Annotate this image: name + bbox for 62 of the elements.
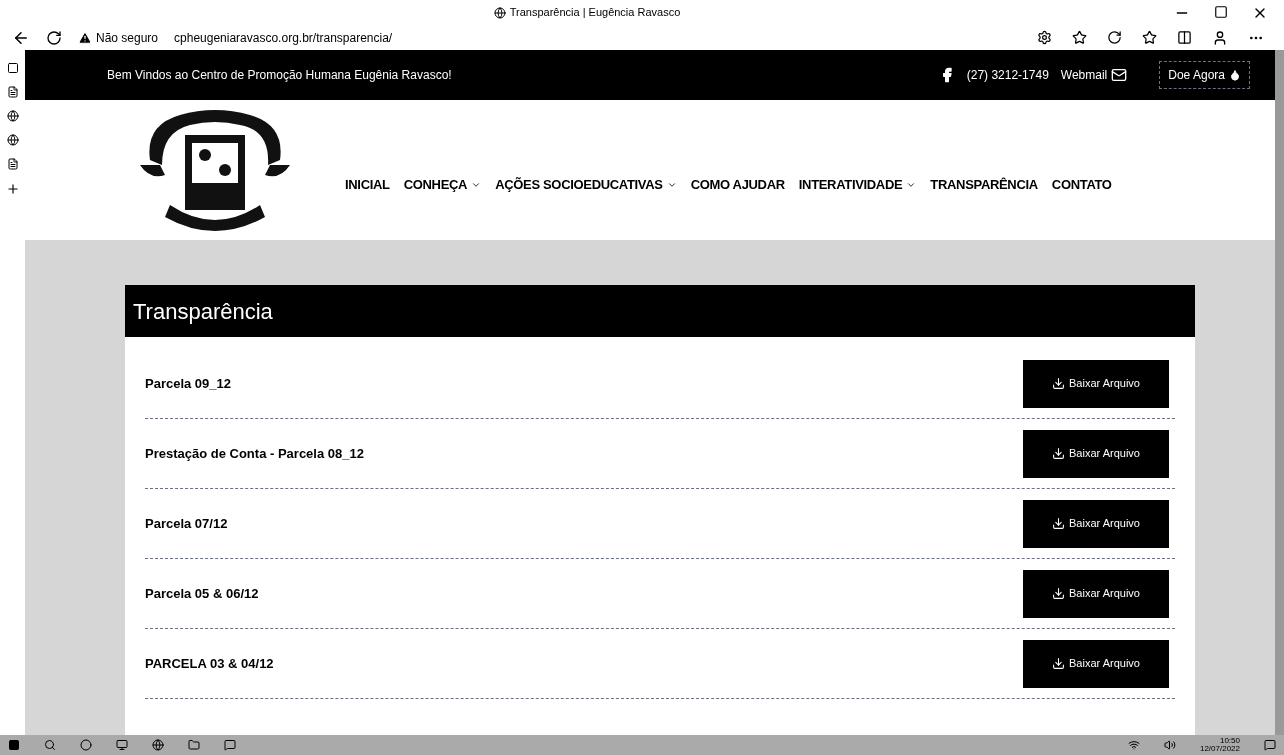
scrollbar[interactable] <box>1275 50 1284 735</box>
download-icon <box>1052 587 1066 600</box>
notification-icon[interactable] <box>1264 739 1276 751</box>
download-icon <box>1052 377 1066 390</box>
site-icon[interactable] <box>6 134 19 146</box>
window-title: Transparência | Eugência Ravasco <box>509 5 681 21</box>
download-button[interactable]: Baixar Arquivo <box>1023 639 1169 688</box>
clock-date: 12/07/2022 <box>1199 745 1240 753</box>
maximize-icon[interactable] <box>1214 4 1228 19</box>
new-tab-icon[interactable] <box>5 182 20 196</box>
download-button[interactable]: Baixar Arquivo <box>1023 499 1169 548</box>
wifi-icon <box>1127 739 1140 751</box>
search-icon[interactable] <box>44 739 56 751</box>
nav-link[interactable]: CONHEÇA <box>403 175 482 195</box>
webmail-link[interactable]: Webmail <box>1060 66 1128 84</box>
security-label[interactable]: Não seguro <box>96 28 159 47</box>
caret-icon <box>471 180 482 190</box>
welcome-text: Bem Vindos ao Centro de Promoção Humana Eugênia Ravasco! <box>107 67 452 84</box>
page-icon[interactable] <box>6 158 19 170</box>
phone-text: (27) 3212-1749 <box>966 67 1049 84</box>
site-icon <box>493 6 506 19</box>
document-title: Parcela 07/12 <box>145 514 228 533</box>
nav-link[interactable]: CONTATO <box>1051 175 1112 195</box>
download-button[interactable]: Baixar Arquivo <box>1023 569 1169 618</box>
nav-link[interactable]: INICIAL <box>345 175 390 195</box>
url-text[interactable]: cpheugeniaravasco.org.br/transparencia/ <box>174 28 393 47</box>
favorite-icon[interactable] <box>1072 30 1087 45</box>
document-title: Parcela 05 & 06/12 <box>145 584 259 603</box>
donate-button[interactable]: Doe Agora <box>1159 61 1250 89</box>
favorites-icon[interactable] <box>1142 30 1157 45</box>
section-title: Transparência <box>133 297 273 326</box>
site-icon[interactable] <box>6 110 19 122</box>
volume-icon <box>1163 739 1176 751</box>
document-title: Parcela 09_12 <box>145 374 232 393</box>
folder-icon[interactable] <box>188 739 200 751</box>
mail-icon <box>1111 67 1128 83</box>
drop-icon <box>1229 69 1241 81</box>
document-title: PARCELA 03 & 04/12 <box>145 654 274 673</box>
tab-icon[interactable] <box>6 62 19 74</box>
browser-icon[interactable] <box>152 739 164 751</box>
circle-icon[interactable] <box>80 739 92 751</box>
warning-icon <box>78 30 92 45</box>
nav-link[interactable]: AÇÕES SOCIOEDUCATIVAS <box>495 175 677 195</box>
refresh-icon[interactable] <box>1107 30 1122 45</box>
document-title: Prestação de Conta - Parcela 08_12 <box>145 444 364 463</box>
nav-link[interactable]: INTERATIVIDADE <box>798 175 917 195</box>
download-button[interactable]: Baixar Arquivo <box>1023 359 1169 408</box>
nav-link[interactable]: TRANSPARÊNCIA <box>930 175 1038 195</box>
page-icon[interactable] <box>6 86 19 98</box>
download-icon <box>1052 517 1066 530</box>
chat-icon[interactable] <box>224 739 236 751</box>
caret-icon <box>666 180 677 190</box>
download-button[interactable]: Baixar Arquivo <box>1023 429 1169 478</box>
monitor-icon[interactable] <box>116 739 128 751</box>
download-icon <box>1052 447 1066 460</box>
download-icon <box>1052 657 1066 670</box>
profile-icon[interactable] <box>1212 29 1228 46</box>
start-icon[interactable] <box>8 739 20 751</box>
nav-link[interactable]: COMO AJUDAR <box>690 175 785 195</box>
caret-icon <box>906 180 917 190</box>
clock-time: 10:50 <box>1219 737 1240 745</box>
reload-icon[interactable] <box>46 29 62 46</box>
